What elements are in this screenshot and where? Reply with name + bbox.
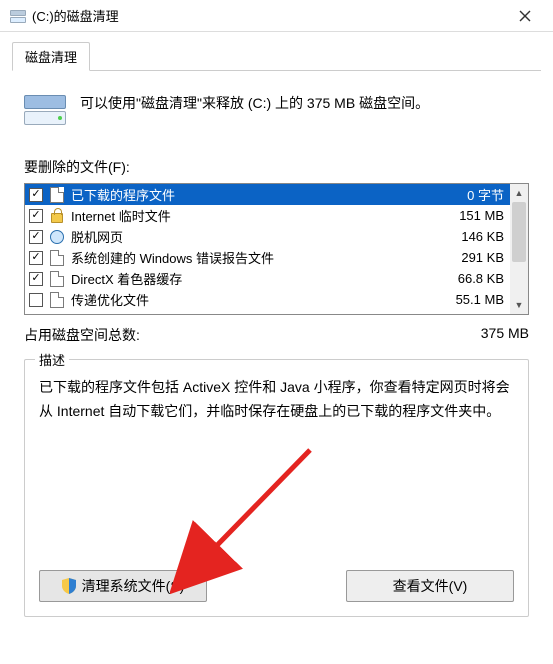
total-label: 占用磁盘空间总数: — [24, 325, 481, 345]
shield-icon — [62, 578, 76, 594]
scroll-thumb[interactable] — [512, 202, 526, 262]
item-size: 146 KB — [416, 229, 506, 244]
item-name: 已下载的程序文件 — [71, 185, 416, 204]
list-item[interactable]: ✓ DirectX 着色器缓存66.8 KB — [25, 268, 510, 289]
list-item[interactable]: ✓ 系统创建的 Windows 错误报告文件291 KB — [25, 247, 510, 268]
checkbox[interactable]: ✓ — [29, 209, 43, 223]
close-icon — [519, 10, 531, 22]
list-item[interactable]: 传递优化文件55.1 MB — [25, 289, 510, 310]
file-icon — [49, 250, 65, 266]
item-size: 66.8 KB — [416, 271, 506, 286]
item-name: Internet 临时文件 — [71, 206, 416, 225]
view-files-button[interactable]: 查看文件(V) — [346, 570, 514, 602]
checkbox[interactable]: ✓ — [29, 272, 43, 286]
item-size: 151 MB — [416, 208, 506, 223]
file-icon — [49, 271, 65, 287]
tab-disk-cleanup[interactable]: 磁盘清理 — [12, 42, 90, 71]
description-group: 描述 已下载的程序文件包括 ActiveX 控件和 Java 小程序，你查看特定… — [24, 359, 529, 617]
files-label: 要删除的文件(F): — [24, 157, 529, 177]
item-name: 系统创建的 Windows 错误报告文件 — [71, 248, 416, 267]
checkbox[interactable] — [29, 293, 43, 307]
checkbox[interactable]: ✓ — [29, 251, 43, 265]
file-list[interactable]: ✓ 已下载的程序文件0 字节 ✓ Internet 临时文件151 MB ✓ 脱机网页14… — [24, 183, 529, 315]
file-icon — [49, 292, 65, 308]
globe-icon — [49, 229, 65, 245]
scrollbar[interactable]: ▲ ▼ — [510, 184, 528, 314]
tab-bar: 磁盘清理 — [12, 42, 541, 71]
clean-system-files-button[interactable]: 清理系统文件(S) — [39, 570, 207, 602]
description-legend: 描述 — [35, 350, 69, 369]
item-size: 291 KB — [416, 250, 506, 265]
window-title: (C:)的磁盘清理 — [32, 6, 503, 25]
file-icon — [49, 187, 65, 203]
close-button[interactable] — [503, 1, 547, 31]
item-size: 0 字节 — [416, 185, 506, 204]
item-name: DirectX 着色器缓存 — [71, 269, 416, 288]
total-value: 375 MB — [481, 325, 529, 345]
drive-icon — [10, 8, 26, 24]
scroll-down-button[interactable]: ▼ — [510, 296, 528, 314]
lock-icon — [49, 208, 65, 224]
list-item[interactable]: ✓ 脱机网页146 KB — [25, 226, 510, 247]
description-text: 已下载的程序文件包括 ActiveX 控件和 Java 小程序，你查看特定网页时… — [39, 376, 514, 424]
drive-large-icon — [24, 89, 66, 131]
title-bar: (C:)的磁盘清理 — [0, 0, 553, 32]
list-item[interactable]: ✓ 已下载的程序文件0 字节 — [25, 184, 510, 205]
item-size: 55.1 MB — [416, 292, 506, 307]
summary-text: 可以使用"磁盘清理"来释放 (C:) 上的 375 MB 磁盘空间。 — [80, 89, 429, 114]
item-name: 脱机网页 — [71, 227, 416, 246]
checkbox[interactable]: ✓ — [29, 188, 43, 202]
clean-system-files-label: 清理系统文件(S) — [82, 576, 185, 596]
scroll-up-button[interactable]: ▲ — [510, 184, 528, 202]
checkbox[interactable]: ✓ — [29, 230, 43, 244]
view-files-label: 查看文件(V) — [393, 576, 468, 596]
list-item[interactable]: ✓ Internet 临时文件151 MB — [25, 205, 510, 226]
item-name: 传递优化文件 — [71, 290, 416, 309]
